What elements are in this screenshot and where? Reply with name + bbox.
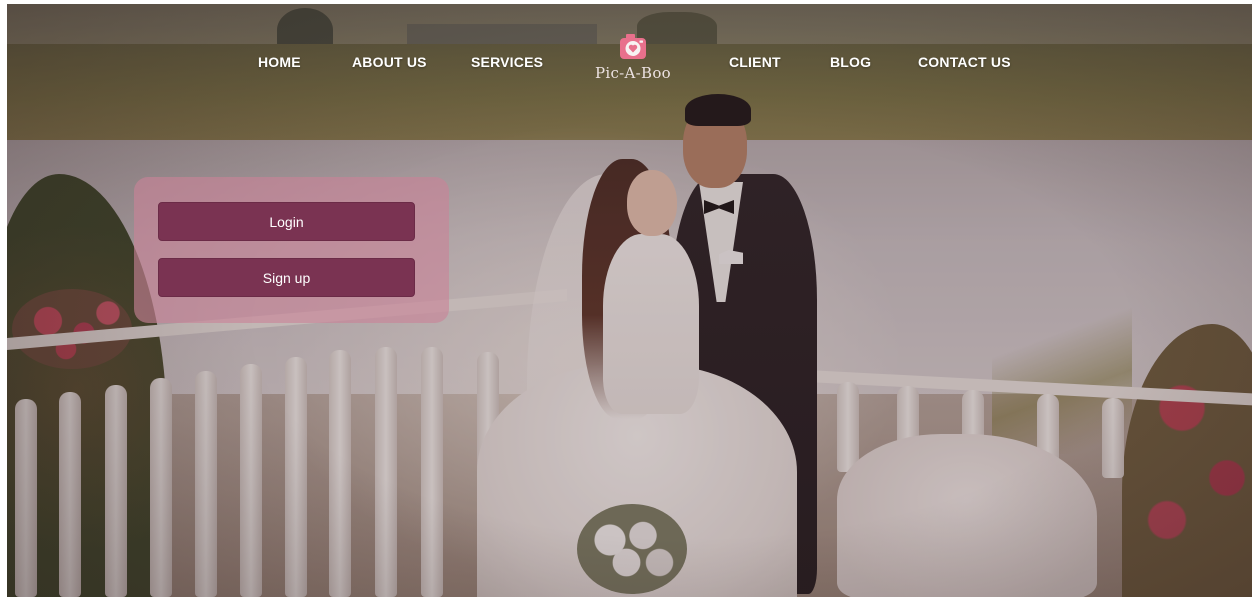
page-viewport: HOME ABOUT US SERVICES Pic-A-Boo CLIENT … bbox=[7, 4, 1252, 597]
nav-blog-link[interactable]: BLOG bbox=[830, 54, 871, 70]
main-navigation: HOME ABOUT US SERVICES Pic-A-Boo CLIENT … bbox=[7, 4, 1252, 104]
signup-button[interactable]: Sign up bbox=[158, 258, 415, 297]
nav-about-us-link[interactable]: ABOUT US bbox=[352, 54, 427, 70]
brand-logo[interactable]: Pic-A-Boo bbox=[593, 32, 673, 94]
auth-panel: Login Sign up bbox=[134, 177, 449, 323]
brand-name: Pic-A-Boo bbox=[594, 64, 672, 82]
login-button[interactable]: Login bbox=[158, 202, 415, 241]
nav-client-link[interactable]: CLIENT bbox=[729, 54, 781, 70]
nav-contact-us-link[interactable]: CONTACT US bbox=[918, 54, 1011, 70]
nav-home-link[interactable]: HOME bbox=[258, 54, 301, 70]
nav-services-link[interactable]: SERVICES bbox=[471, 54, 543, 70]
camera-heart-icon bbox=[620, 34, 646, 59]
